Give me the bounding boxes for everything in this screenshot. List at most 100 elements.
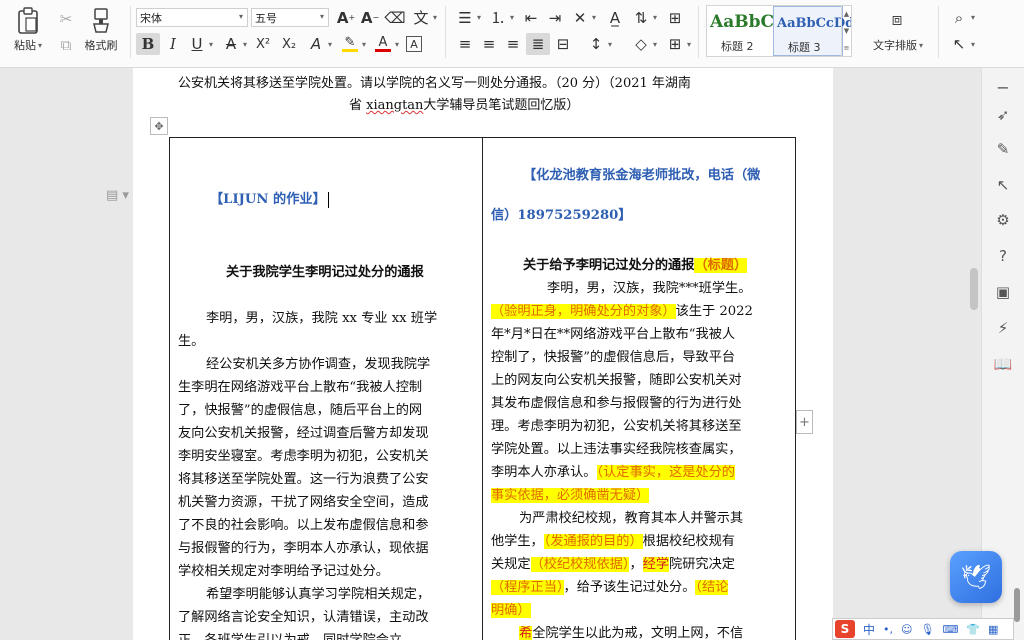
- chevron-down-icon[interactable]: ▾: [971, 40, 975, 49]
- add-column-button[interactable]: +: [796, 410, 813, 434]
- chevron-down-icon[interactable]: ▾: [328, 40, 332, 49]
- right-text: 该生于 2022: [675, 304, 753, 319]
- chevron-down-icon[interactable]: ▾: [971, 13, 975, 22]
- grow-font-icon[interactable]: A +: [335, 7, 357, 29]
- chevron-down-icon[interactable]: ▾: [209, 40, 213, 49]
- sogou-logo-icon[interactable]: S: [835, 620, 855, 638]
- emoji-icon[interactable]: ☺: [901, 623, 912, 636]
- chevron-down-icon: ▾: [918, 40, 923, 50]
- superscript-icon[interactable]: X²: [252, 33, 274, 55]
- right-cell-teacher-review[interactable]: 【化龙池教育张金海老师批改，电话（微 信）18975259280】 关于给予李明…: [483, 138, 796, 640]
- right-line: 希全院学生以此为戒，文明上网，不信: [519, 622, 743, 640]
- chinese-layout-icon[interactable]: ✕: [569, 7, 591, 29]
- chevron-down-icon[interactable]: ▾: [433, 13, 437, 22]
- paste-button[interactable]: [10, 6, 46, 36]
- outer-scroll-thumb[interactable]: [1014, 588, 1020, 622]
- strikethrough-icon[interactable]: A: [220, 33, 242, 55]
- paste-label-group[interactable]: 粘贴 ▾: [8, 37, 48, 53]
- chevron-down-icon[interactable]: ▾: [653, 13, 657, 22]
- show-marks-icon[interactable]: ⊞: [664, 7, 686, 29]
- shrink-font-icon[interactable]: A −: [359, 7, 381, 29]
- gallery-scroll[interactable]: ▲ ▼ ≡: [841, 6, 851, 56]
- more-icon[interactable]: ≡: [844, 44, 850, 52]
- document-area[interactable]: 公安机关将其移送至学院处置。请以学院的名义写一则处分通报。（20 分）（2021…: [0, 68, 981, 640]
- italic-icon[interactable]: I: [162, 33, 184, 55]
- mic-icon[interactable]: 🎙: [920, 623, 934, 636]
- chevron-down-icon[interactable]: ▾: [243, 40, 247, 49]
- chevron-down-icon[interactable]: ▾: [687, 40, 691, 49]
- lightning-icon[interactable]: ⚡: [992, 317, 1014, 339]
- assistant-bird-icon[interactable]: 🕊: [950, 551, 1002, 603]
- paragraph-layout-icon[interactable]: ▤ ▾: [106, 188, 129, 203]
- increase-indent-icon[interactable]: ⇥: [544, 7, 566, 29]
- select-cursor-icon[interactable]: ↖: [992, 174, 1014, 196]
- rocket-icon[interactable]: ➶: [992, 104, 1014, 126]
- shirt-icon[interactable]: 👕: [966, 623, 980, 636]
- cut-icon[interactable]: ✂: [55, 8, 77, 30]
- align-right-icon[interactable]: ≡: [502, 33, 524, 55]
- line-spacing-icon[interactable]: ↕: [585, 33, 607, 55]
- chevron-down-icon[interactable]: ▾: [592, 13, 596, 22]
- chevron-down-icon[interactable]: ▾: [477, 13, 481, 22]
- keyboard-icon[interactable]: ⌨: [942, 623, 958, 636]
- underline-icon[interactable]: U: [186, 33, 208, 55]
- highlight-icon[interactable]: ✎: [339, 33, 361, 55]
- right-line: 明确）: [491, 599, 531, 622]
- select-icon[interactable]: ↖: [948, 33, 970, 55]
- align-left-icon[interactable]: ≡: [454, 33, 476, 55]
- scroll-thumb[interactable]: [970, 268, 978, 310]
- subscript-icon[interactable]: X₂: [278, 33, 300, 55]
- copy-icon[interactable]: ⧉: [55, 34, 77, 56]
- chevron-down-icon[interactable]: ▾: [395, 40, 399, 49]
- comparison-table[interactable]: 【LIJUN 的作业】 关于我院学生李明记过处分的通报 李明，男，汉族，我院 x…: [169, 137, 796, 640]
- decrease-indent-icon[interactable]: ⇤: [520, 7, 542, 29]
- font-size-select[interactable]: 五号 ▾: [251, 8, 329, 27]
- text-direction-icon[interactable]: A̲: [604, 7, 626, 29]
- format-painter-button[interactable]: [88, 6, 114, 34]
- style-heading2[interactable]: AaBbCc 标题 2: [707, 6, 784, 56]
- grid-menu-icon[interactable]: ▦: [988, 623, 998, 636]
- chevron-down-icon[interactable]: ▼: [844, 27, 849, 35]
- justify-icon[interactable]: ≣: [526, 33, 550, 55]
- bullet-list-icon[interactable]: ☰: [454, 7, 476, 29]
- text-effect-icon[interactable]: A: [305, 33, 327, 55]
- table-move-handle[interactable]: ✥: [150, 117, 168, 135]
- font-name-select[interactable]: 宋体 ▾: [136, 8, 248, 27]
- chevron-down-icon[interactable]: ▾: [608, 40, 612, 49]
- ribbon-toolbar: 粘贴 ▾ ✂ ⧉ 格式刷 宋体 ▾ 五号 ▾ A + A − ⌫ 文 ▾ B I…: [0, 0, 1024, 68]
- ime-language[interactable]: 中: [863, 621, 875, 638]
- text-cursor: [327, 191, 329, 208]
- bold-icon[interactable]: B: [136, 33, 160, 55]
- left-line: 希望李明能够认真学习学院相关规定，: [206, 587, 431, 602]
- sort-icon[interactable]: ⇅: [630, 7, 652, 29]
- right-line: 为严肃校纪校规，教育其本人并警示其: [519, 511, 744, 526]
- collapse-icon[interactable]: −: [992, 76, 1014, 98]
- format-painter-label: 格式刷: [84, 39, 118, 52]
- left-cell-student-draft[interactable]: 【LIJUN 的作业】 关于我院学生李明记过处分的通报 李明，男，汉族，我院 x…: [170, 138, 481, 640]
- help-icon[interactable]: ?: [992, 245, 1014, 267]
- chevron-down-icon[interactable]: ▾: [653, 40, 657, 49]
- distributed-icon[interactable]: ⊟: [552, 33, 574, 55]
- style-heading3[interactable]: AaBbCcDd 标题 3: [773, 6, 851, 56]
- text-layout-button[interactable]: ⧈: [878, 6, 916, 34]
- chevron-down-icon[interactable]: ▾: [362, 40, 366, 49]
- align-center-icon[interactable]: ≡: [478, 33, 500, 55]
- borders-icon[interactable]: ⊞: [664, 33, 686, 55]
- font-color-icon[interactable]: A: [372, 33, 394, 55]
- chevron-up-icon[interactable]: ▲: [844, 10, 849, 18]
- char-border-icon[interactable]: A: [406, 36, 422, 52]
- numbered-list-icon[interactable]: ⒈: [487, 7, 509, 29]
- find-icon[interactable]: ⌕: [948, 7, 970, 29]
- document-page[interactable]: 公安机关将其移送至学院处置。请以学院的名义写一则处分通报。（20 分）（2021…: [133, 68, 833, 640]
- chevron-down-icon[interactable]: ▾: [510, 13, 514, 22]
- phonetic-guide-icon[interactable]: 文: [410, 7, 432, 29]
- ai-image-icon[interactable]: ▣: [992, 281, 1014, 303]
- shading-icon[interactable]: ◇: [630, 33, 652, 55]
- clear-format-icon[interactable]: ⌫: [384, 7, 406, 29]
- book-icon[interactable]: 📖: [992, 353, 1014, 375]
- pen-icon[interactable]: ✎: [992, 138, 1014, 160]
- ime-toolbar[interactable]: S 中 •, ☺ 🎙 ⌨ 👕 ▦: [832, 618, 1014, 640]
- punctuation-icon[interactable]: •,: [883, 623, 893, 636]
- right-line: 关规定（校纪校规依据），经学院研究决定: [491, 553, 735, 576]
- adjust-icon[interactable]: ⚙: [992, 209, 1014, 231]
